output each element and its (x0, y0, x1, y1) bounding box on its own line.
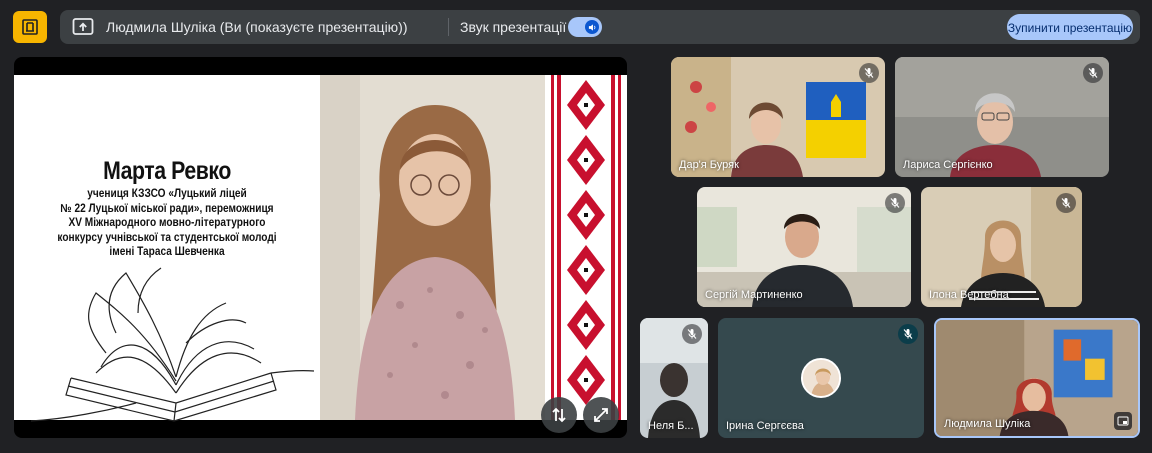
participant-tile[interactable]: Ірина Сергєєва (718, 318, 924, 438)
mic-off-icon (1088, 68, 1098, 78)
fullscreen-button[interactable] (583, 397, 619, 433)
mic-off-icon (890, 198, 900, 208)
slide-description: учениця КЗЗСО «Луцький ліцей № 22 Луцько… (57, 188, 277, 258)
slide-text-area: Марта Ревко учениця КЗЗСО «Луцький ліцей… (14, 75, 320, 422)
mic-off-icon (1061, 198, 1071, 208)
mic-off-indicator (898, 324, 918, 344)
speaker-image (320, 75, 545, 420)
participant-tile[interactable]: Лариса Сергієнко (895, 57, 1109, 177)
divider (448, 18, 449, 36)
picture-in-picture-icon (1117, 416, 1129, 426)
present-screen-icon (72, 18, 94, 35)
stop-presenting-button[interactable]: Зупинити презентацію (1007, 14, 1133, 40)
mic-off-indicator (682, 324, 702, 344)
mic-off-indicator (885, 193, 905, 213)
embroidery-ornament (545, 75, 627, 420)
swap-layout-button[interactable] (541, 397, 577, 433)
avatar (801, 358, 841, 398)
picture-in-picture-button[interactable] (1114, 412, 1132, 430)
mic-off-indicator (1083, 63, 1103, 83)
participant-tile[interactable]: Неля Б... (640, 318, 708, 438)
mic-off-icon (687, 329, 697, 339)
mic-off-icon (903, 329, 913, 339)
fullscreen-icon (594, 408, 608, 422)
logo-icon (22, 19, 38, 35)
participant-name: Сергій Мартиненко (705, 289, 803, 301)
speaker-icon (588, 23, 595, 31)
participant-name: Лариса Сергієнко (903, 159, 993, 171)
participant-name: Дар'я Буряк (679, 159, 739, 171)
swap-layout-icon (552, 407, 566, 423)
participant-name: Неля Б... (648, 420, 694, 432)
sound-label: Звук презентації (460, 19, 567, 35)
participant-tile[interactable]: Сергій Мартиненко (697, 187, 911, 307)
avatar-image (803, 360, 839, 396)
toggle-knob (585, 20, 599, 34)
slide-title: Марта Ревко (103, 157, 231, 185)
mic-off-icon (864, 68, 874, 78)
presenting-bar: Людмила Шуліка (Ви (показуєте презентаці… (60, 10, 1140, 44)
participant-tile[interactable]: Ілона Вертебна (921, 187, 1082, 307)
participant-name: Людмила Шуліка (944, 418, 1031, 430)
presentation-sound-toggle[interactable] (568, 17, 602, 37)
ornament-image (545, 75, 627, 420)
participant-tile[interactable]: Дар'я Буряк (671, 57, 885, 177)
app-logo (13, 11, 47, 43)
presentation-slide: Марта Ревко учениця КЗЗСО «Луцький ліцей… (14, 75, 627, 422)
presenter-label: Людмила Шуліка (Ви (показуєте презентаці… (106, 19, 408, 35)
book-drawing-icon (30, 267, 315, 422)
mic-off-indicator (859, 63, 879, 83)
mic-off-indicator (1056, 193, 1076, 213)
participant-name: Ірина Сергєєва (726, 420, 804, 432)
meeting-stage: Людмила Шуліка (Ви (показуєте презентаці… (0, 0, 1152, 453)
presentation-view: Марта Ревко учениця КЗЗСО «Луцький ліцей… (14, 57, 627, 438)
participant-name: Ілона Вертебна (929, 289, 1009, 301)
speaker-photo (320, 75, 545, 420)
self-participant-tile[interactable]: Людмила Шуліка (934, 318, 1140, 438)
